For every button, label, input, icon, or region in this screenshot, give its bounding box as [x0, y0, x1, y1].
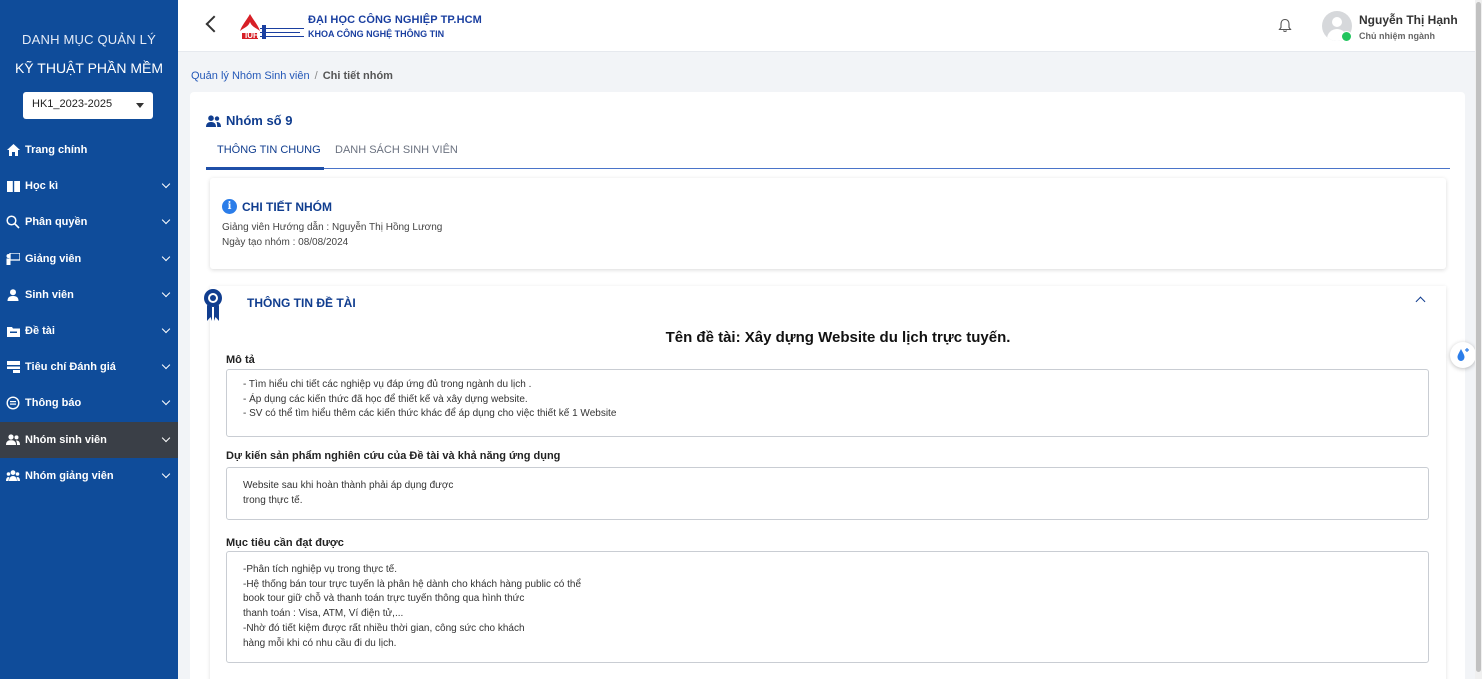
group-icon	[206, 114, 221, 127]
info-icon: i	[222, 199, 237, 214]
group-detail-card: Nhóm số 9 THÔNG TIN CHUNG DANH SÁCH SINH…	[190, 92, 1465, 679]
chevron-up-icon[interactable]	[1415, 296, 1426, 307]
chevron-down-icon	[161, 324, 171, 334]
chevron-down-icon	[161, 288, 171, 297]
award-ribbon-icon	[204, 289, 222, 321]
group-detail-heading: i CHI TIẾT NHÓM	[222, 199, 332, 214]
goals-label: Mục tiêu cần đạt được	[226, 537, 344, 549]
university-logo: IUH	[240, 14, 304, 40]
caret-down-icon	[136, 103, 144, 108]
teacher-icon	[6, 252, 20, 266]
sidebar-item-label: Nhóm giảng viên	[25, 469, 114, 482]
expected-product-label: Dự kiến sản phẩm nghiên cứu của Đề tài v…	[226, 450, 561, 462]
description-label: Mô tả	[226, 354, 255, 366]
university-name: ĐẠI HỌC CÔNG NGHIỆP TP.HCM	[308, 14, 482, 26]
group-icon	[6, 433, 20, 447]
sidebar-item-permissions[interactable]: Phân quyền	[0, 204, 178, 240]
expected-product-box: Website sau khi hoàn thành phải áp dụng …	[226, 467, 1429, 520]
chevron-down-icon	[161, 252, 171, 261]
sidebar-item-label: Nhóm sinh viên	[25, 433, 107, 446]
created-date-text: Ngày tạo nhóm : 08/08/2024	[222, 237, 349, 248]
tab-bar: THÔNG TIN CHUNG DANH SÁCH SINH VIÊN	[206, 138, 1450, 170]
criteria-icon	[6, 360, 20, 374]
breadcrumb-current: Chi tiết nhóm	[322, 70, 393, 82]
active-tab-indicator	[206, 167, 324, 170]
svg-text:IUH: IUH	[245, 31, 259, 40]
breadcrumb-parent-link[interactable]: Quản lý Nhóm Sinh viên	[191, 70, 310, 82]
chevron-down-icon	[161, 469, 171, 478]
folder-icon	[6, 324, 20, 338]
chevron-down-icon	[161, 216, 171, 225]
semester-select-value: HK1_2023-2025	[32, 98, 113, 110]
sidebar-item-label: Thông báo	[25, 397, 82, 410]
top-bar: IUH ĐẠI HỌC CÔNG NGHIỆP TP.HCM KHOA CÔNG…	[178, 0, 1475, 52]
lecturer-group-icon	[6, 469, 20, 483]
page-scrollbar[interactable]	[1475, 0, 1482, 679]
sidebar-item-criteria[interactable]: Tiêu chí Đánh giá	[0, 349, 178, 385]
sidebar-item-lecturers[interactable]: Giảng viên	[0, 241, 178, 277]
group-detail-section: i CHI TIẾT NHÓM Giảng viên Hướng dẫn : N…	[210, 178, 1446, 269]
chevron-down-icon	[161, 397, 171, 406]
message-icon	[6, 396, 20, 410]
sidebar-item-semester[interactable]: Học kì	[0, 168, 178, 204]
sidebar-item-label: Trang chính	[25, 144, 88, 157]
sidebar-item-notifications[interactable]: Thông báo	[0, 385, 178, 421]
water-drop-icon	[1457, 348, 1469, 361]
breadcrumb-separator: /	[314, 70, 318, 82]
sidebar-item-label: Học kì	[25, 180, 59, 193]
group-title-text: Nhóm số 9	[226, 113, 293, 128]
sidebar-item-label: Sinh viên	[25, 288, 74, 301]
chevron-down-icon	[161, 360, 171, 370]
topic-info-heading[interactable]: THÔNG TIN ĐỀ TÀI	[247, 296, 356, 310]
sidebar-item-home[interactable]: Trang chính	[0, 132, 178, 168]
sidebar-item-topics[interactable]: Đề tài	[0, 313, 178, 349]
user-icon	[6, 288, 20, 302]
floating-helper-button[interactable]	[1450, 342, 1476, 368]
sidebar-item-lecturer-groups[interactable]: Nhóm giảng viên	[0, 458, 178, 494]
sidebar-item-student-groups[interactable]: Nhóm sinh viên	[0, 421, 178, 458]
semester-select[interactable]: HK1_2023-2025	[23, 92, 153, 119]
sidebar-item-label: Đề tài	[25, 325, 55, 338]
online-status-dot	[1341, 31, 1352, 42]
chevron-down-icon	[161, 179, 171, 189]
back-arrow-icon[interactable]	[205, 15, 223, 33]
sidebar-item-students[interactable]: Sinh viên	[0, 277, 178, 313]
goals-box: -Phân tích nghiệp vụ trong thực tế. -Hệ …	[226, 551, 1429, 663]
advisor-text: Giảng viên Hướng dẫn : Nguyễn Thị Hồng L…	[222, 222, 443, 233]
sidebar-item-label: Phân quyền	[25, 216, 88, 229]
user-name[interactable]: Nguyễn Thị Hạnh	[1359, 13, 1458, 27]
scrollbar-thumb[interactable]	[1476, 2, 1481, 672]
sidebar-nav: Trang chính Học kì Phân quyền Giảng viên	[0, 132, 178, 494]
topic-name: Tên đề tài: Xây dựng Website du lịch trự…	[665, 329, 1011, 346]
chevron-down-icon	[161, 433, 171, 442]
faculty-name: KHOA CÔNG NGHỆ THÔNG TIN	[308, 29, 445, 39]
key-search-icon	[6, 215, 20, 230]
sidebar-item-label: Tiêu chí Đánh giá	[25, 361, 116, 374]
home-icon	[6, 143, 20, 157]
breadcrumb: Quản lý Nhóm Sinh viên / Chi tiết nhóm	[191, 70, 393, 82]
book-icon	[6, 179, 20, 193]
user-role: Chủ nhiệm ngành	[1359, 31, 1435, 41]
group-detail-heading-text: CHI TIẾT NHÓM	[242, 199, 332, 214]
sidebar-subtitle: KỸ THUẬT PHẦN MỀM	[14, 60, 164, 76]
tab-general-info[interactable]: THÔNG TIN CHUNG	[217, 144, 321, 156]
group-title: Nhóm số 9	[206, 113, 292, 128]
topic-info-heading-text: THÔNG TIN ĐỀ TÀI	[247, 296, 356, 310]
sidebar-item-label: Giảng viên	[25, 252, 82, 265]
topic-info-section: THÔNG TIN ĐỀ TÀI Tên đề tài: Xây dựng We…	[204, 286, 1446, 679]
description-box: - Tìm hiểu chi tiết các nghiệp vụ đáp ứn…	[226, 369, 1429, 437]
bell-icon[interactable]	[1278, 18, 1292, 33]
sidebar-title: DANH MỤC QUẢN LÝ	[22, 32, 156, 47]
tab-student-list[interactable]: DANH SÁCH SINH VIÊN	[335, 144, 458, 156]
sidebar: DANH MỤC QUẢN LÝ KỸ THUẬT PHẦN MỀM HK1_2…	[0, 0, 178, 679]
